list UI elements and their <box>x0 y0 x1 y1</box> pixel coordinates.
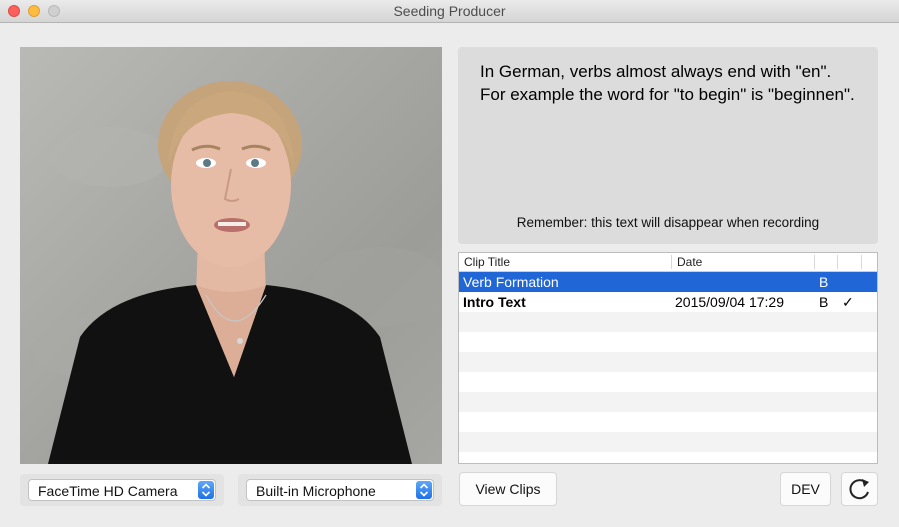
cell-b: B <box>819 274 829 290</box>
empty-row <box>459 372 877 392</box>
cell-b: B <box>819 294 829 310</box>
empty-row <box>459 452 877 463</box>
header-clip-title[interactable]: Clip Title <box>464 255 510 269</box>
table-row[interactable]: Intro Text 2015/09/04 17:29 B ✓ <box>459 292 877 312</box>
camera-select[interactable]: FaceTime HD Camera <box>20 474 224 506</box>
chevron-updown-icon <box>416 481 432 499</box>
table-header: Clip Title Date <box>459 253 877 272</box>
cell-date: 2015/09/04 17:29 <box>675 294 784 310</box>
person-preview-illustration <box>30 81 442 464</box>
table-row[interactable]: Verb Formation B <box>459 272 877 292</box>
microphone-select[interactable]: Built-in Microphone <box>238 474 442 506</box>
clips-table[interactable]: Clip Title Date Verb Formation B Intro Tex… <box>458 252 878 464</box>
empty-row <box>459 392 877 412</box>
cell-check: ✓ <box>842 294 854 310</box>
teleprompter-panel: In German, verbs almost always end with … <box>458 47 878 244</box>
prompt-note: Remember: this text will disappear when … <box>516 215 820 230</box>
view-clips-button[interactable]: View Clips <box>459 472 557 506</box>
window-title: Seeding Producer <box>393 3 506 19</box>
dev-button[interactable]: DEV <box>780 472 831 506</box>
empty-row <box>459 412 877 432</box>
refresh-button[interactable] <box>841 472 878 506</box>
refresh-icon <box>849 479 869 500</box>
camera-preview <box>20 47 442 464</box>
prompt-text: In German, verbs almost always end with … <box>480 62 855 104</box>
app-window: Seeding Producer FaceTime HD Camera Buil… <box>0 0 899 527</box>
chevron-updown-icon <box>198 481 214 499</box>
title-bar: Seeding Producer <box>0 0 899 23</box>
cell-clip-title: Verb Formation <box>463 274 559 290</box>
microphone-select-value: Built-in Microphone <box>256 483 376 499</box>
empty-row <box>459 332 877 352</box>
empty-row <box>459 432 877 452</box>
empty-row <box>459 312 877 332</box>
camera-select-value: FaceTime HD Camera <box>38 483 178 499</box>
header-date[interactable]: Date <box>677 255 702 269</box>
cell-clip-title: Intro Text <box>463 294 526 310</box>
empty-row <box>459 352 877 372</box>
